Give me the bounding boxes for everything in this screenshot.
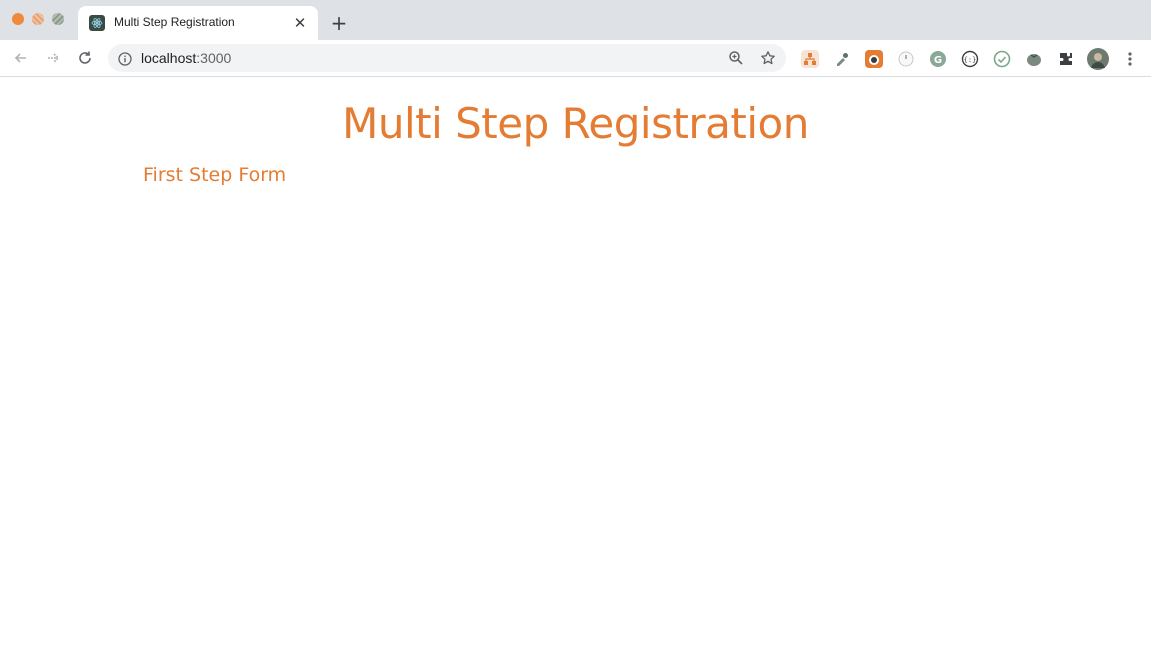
- browser-tab[interactable]: Multi Step Registration ✕: [78, 6, 318, 40]
- react-favicon-icon: [89, 15, 105, 31]
- svg-text:G: G: [934, 55, 942, 66]
- new-tab-button[interactable]: +: [326, 10, 352, 36]
- extensions-icon[interactable]: [1057, 50, 1075, 68]
- url-port: :3000: [196, 50, 232, 66]
- check-extension-icon[interactable]: [993, 50, 1011, 68]
- window-minimize-button[interactable]: [32, 13, 44, 25]
- page-title: Multi Step Registration: [342, 99, 809, 148]
- tab-strip: Multi Step Registration ✕ +: [0, 0, 1151, 40]
- step-title: First Step Form: [143, 164, 287, 186]
- url-host: localhost: [141, 50, 197, 66]
- zoom-icon[interactable]: [728, 50, 744, 66]
- back-icon[interactable]: [8, 46, 34, 70]
- menu-icon[interactable]: [1121, 50, 1139, 68]
- tomato-extension-icon[interactable]: [1025, 50, 1043, 68]
- tab-close-icon[interactable]: ✕: [290, 13, 310, 33]
- sitemap-extension-icon[interactable]: [801, 50, 819, 68]
- info-icon[interactable]: [118, 51, 132, 66]
- svg-text:{:}: {:}: [964, 56, 977, 64]
- url-text[interactable]: localhost:3000: [141, 50, 231, 66]
- star-icon[interactable]: [760, 50, 776, 66]
- forward-icon[interactable]: [40, 46, 66, 70]
- reload-icon[interactable]: [72, 46, 98, 70]
- window-maximize-button[interactable]: [52, 13, 64, 25]
- window-close-button[interactable]: [12, 13, 24, 25]
- eyedropper-extension-icon[interactable]: [833, 50, 851, 68]
- json-extension-icon[interactable]: {:}: [961, 50, 979, 68]
- tab-title: Multi Step Registration: [114, 15, 235, 29]
- profile-avatar[interactable]: [1087, 48, 1109, 70]
- grammarly-extension-icon[interactable]: G: [929, 50, 947, 68]
- timer-extension-icon[interactable]: [897, 50, 915, 68]
- browser-toolbar: localhost:3000 G {:}: [0, 40, 1151, 77]
- address-bar[interactable]: localhost:3000: [108, 44, 786, 72]
- fox-extension-icon[interactable]: [865, 50, 883, 68]
